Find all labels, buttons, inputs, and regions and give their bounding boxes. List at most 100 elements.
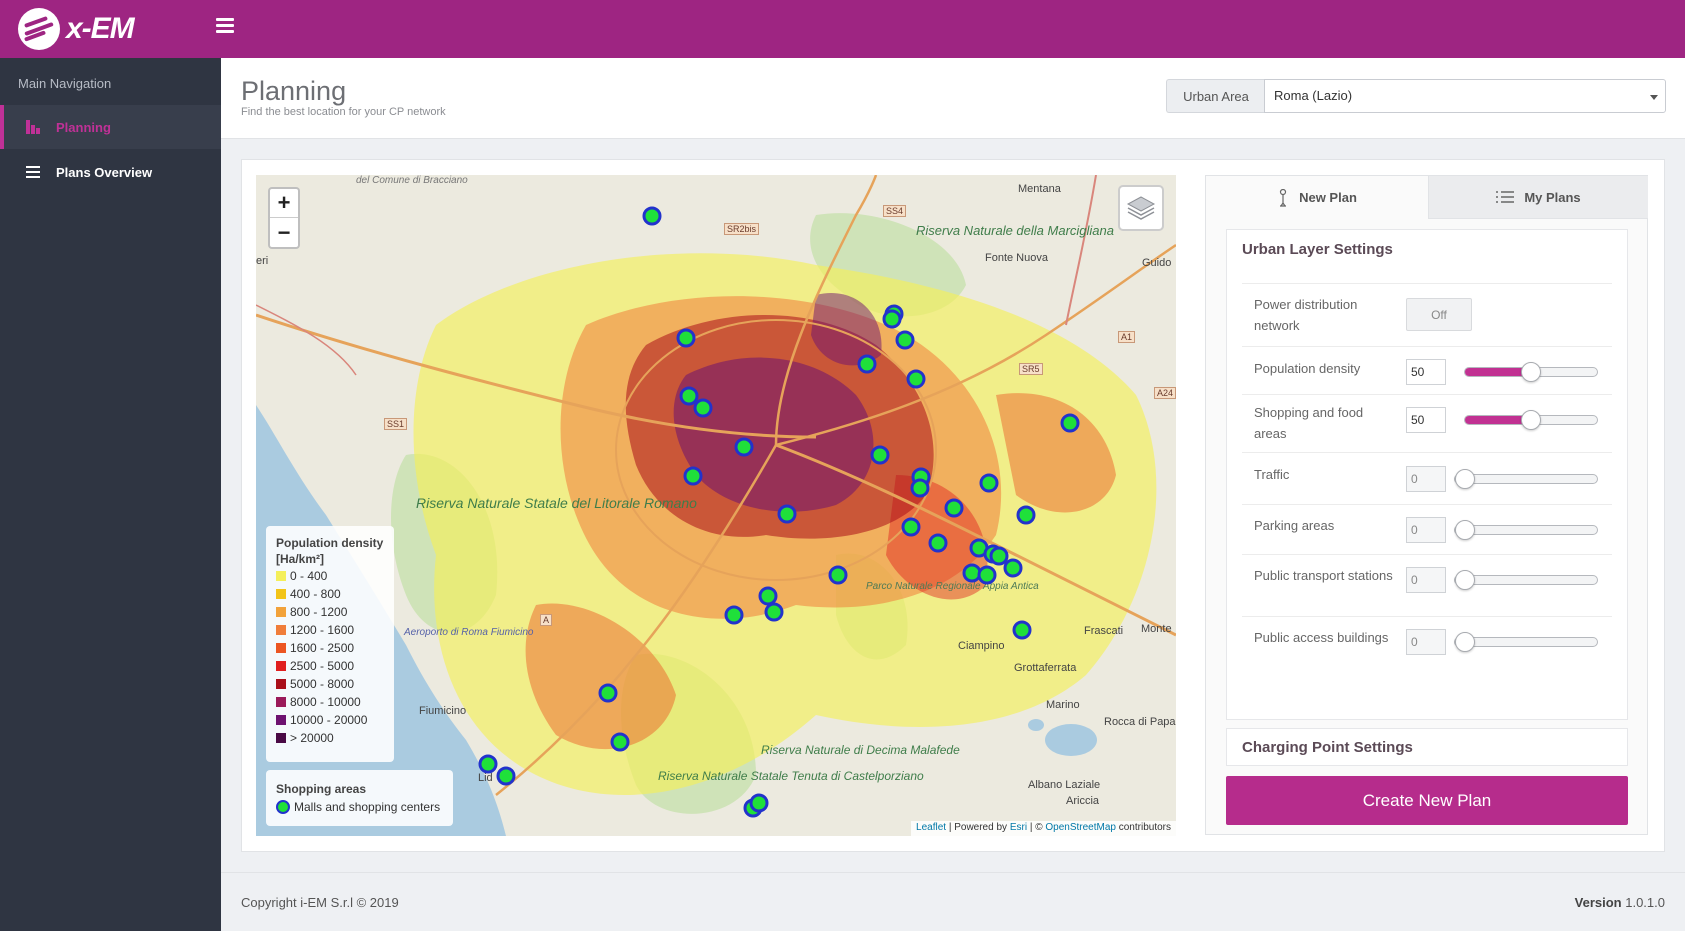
legend-swatch [276,643,286,653]
legend-row: 0 - 400 [276,567,384,585]
legend-label: 10000 - 20000 [290,713,368,727]
setting-label: Shopping and food areas [1254,405,1364,441]
traffic-slider[interactable] [1454,469,1598,489]
shopping-marker [1016,505,1036,525]
shopping-marker [598,683,618,703]
version-label: Version [1574,895,1622,910]
legend-row: 800 - 1200 [276,603,384,621]
shopping-marker [758,586,778,606]
shopping-marker [478,754,498,774]
shopping-marker [693,398,713,418]
shopping-legend: Shopping areas Malls and shopping center… [266,770,453,826]
population-legend-rows: 0 - 400 400 - 800 800 - 1200 1200 - 1600 160… [276,567,384,747]
map[interactable]: + − Mentana Fonte Nuova Guido Riserva Na… [256,175,1176,836]
caret-down-icon [1650,95,1658,100]
sidebar: Main Navigation Planning Plans Overview [0,58,221,931]
shopping-legend-item: Malls and shopping centers [294,800,441,814]
shopping-markers-layer [478,206,1080,818]
population-density-slider[interactable] [1464,362,1598,382]
hamburger-menu-icon[interactable] [216,18,234,36]
tab-my-plans[interactable]: My Plans [1428,176,1648,219]
power-network-toggle[interactable]: Off [1406,298,1472,331]
shopping-marker [962,563,982,583]
parking-slider[interactable] [1454,520,1598,540]
osm-link[interactable]: OpenStreetMap [1045,822,1116,833]
charging-point-settings[interactable]: Charging Point Settings [1226,728,1628,766]
urban-area-label: Urban Area [1166,79,1265,113]
legend-row: 400 - 800 [276,585,384,603]
shopping-marker [642,206,662,226]
shopping-marker [828,565,848,585]
esri-link[interactable]: Esri [1010,822,1027,833]
shopping-marker [734,437,754,457]
shopping-marker [944,498,964,518]
legend-swatch [276,715,286,725]
sidebar-item-plans-overview[interactable]: Plans Overview [0,150,221,194]
public-access-input[interactable]: 0 [1406,629,1446,655]
shopping-marker [1003,558,1023,578]
setting-row-public-access-buildings: Public access buildings 0 [1242,616,1612,686]
shopping-marker [977,565,997,585]
sidebar-item-label: Plans Overview [56,164,153,180]
slider-knob[interactable] [1455,570,1475,590]
shopping-marker [906,369,926,389]
shopping-food-input[interactable]: 50 [1406,407,1446,433]
logo[interactable]: x-EM [18,8,135,50]
shopping-marker [683,466,703,486]
legend-swatch [276,679,286,689]
public-transport-input[interactable]: 0 [1406,567,1446,593]
setting-label: Parking areas [1254,518,1335,533]
setting-row-traffic: Traffic 0 [1242,452,1612,504]
shopping-marker [928,533,948,553]
slider-knob[interactable] [1521,410,1541,430]
legend-label: 8000 - 10000 [290,695,361,709]
tab-label: My Plans [1524,189,1581,205]
legend-swatch [276,697,286,707]
population-density-input[interactable]: 50 [1406,359,1446,385]
legend-label: 2500 - 5000 [290,659,355,673]
shopping-marker [749,793,769,813]
setting-label: Traffic [1254,467,1290,482]
shopping-marker [989,546,1009,566]
footer: Copyright i-EM S.r.l © 2019 Version 1.0.… [221,872,1685,931]
parking-input[interactable]: 0 [1406,517,1446,543]
tab-new-plan[interactable]: New Plan [1206,176,1428,219]
slider-knob[interactable] [1521,362,1541,382]
legend-swatch [276,571,286,581]
legend-row: 2500 - 5000 [276,657,384,675]
shopping-marker [1060,413,1080,433]
shopping-marker [895,330,915,350]
slider-knob[interactable] [1455,520,1475,540]
legend-label: 5000 - 8000 [290,677,355,691]
sidebar-item-planning[interactable]: Planning [0,105,221,149]
population-legend: Population density [Ha/km²] 0 - 400 400 -… [266,526,394,762]
shopping-food-slider[interactable] [1464,410,1598,430]
create-new-plan-button[interactable]: Create New Plan [1226,776,1628,825]
shopping-marker [910,478,930,498]
sidebar-item-label: Planning [56,119,111,135]
bar-chart-icon [26,120,42,134]
legend-row: 10000 - 20000 [276,711,384,729]
shopping-marker [882,309,902,329]
legend-label: 800 - 1200 [290,605,348,619]
person-pin-icon [1279,188,1287,207]
slider-knob[interactable] [1455,469,1475,489]
legend-label: 1200 - 1600 [290,623,355,637]
urban-area-value: Roma (Lazio) [1274,88,1353,103]
slider-knob[interactable] [1455,632,1475,652]
legend-row: 8000 - 10000 [276,693,384,711]
legend-swatch [276,607,286,617]
traffic-input[interactable]: 0 [1406,466,1446,492]
public-transport-slider[interactable] [1454,570,1598,590]
legend-swatch [276,661,286,671]
legend-label: 0 - 400 [290,569,328,583]
attribution-text: | Powered by [946,822,1010,833]
shopping-marker [777,504,797,524]
urban-area-select[interactable]: Roma (Lazio) [1264,79,1666,113]
panel-tabs: New Plan My Plans [1206,176,1648,219]
legend-swatch [276,733,286,743]
leaflet-link[interactable]: Leaflet [916,822,946,833]
public-access-slider[interactable] [1454,632,1598,652]
shopping-marker [610,732,630,752]
setting-row-population-density: Population density 50 [1242,346,1612,394]
